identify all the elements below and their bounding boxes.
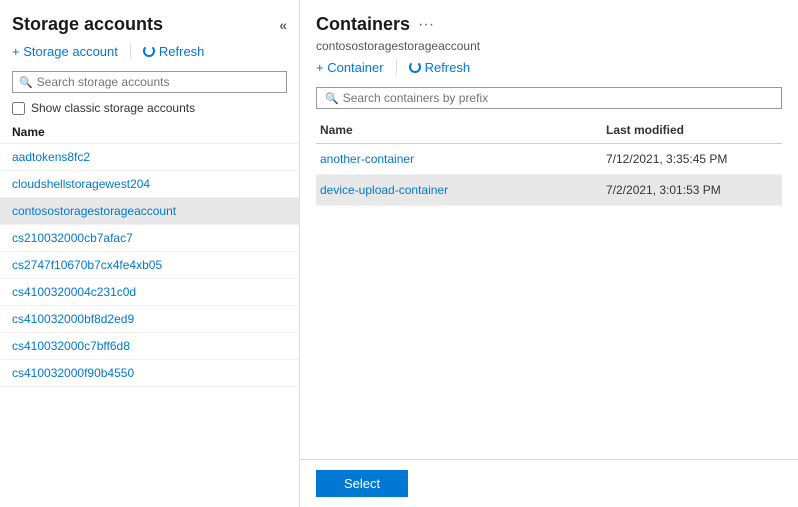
collapse-button[interactable]: « — [279, 17, 287, 33]
account-list-item[interactable]: cloudshellstoragewest204 — [0, 171, 299, 198]
left-search-input[interactable] — [37, 75, 280, 89]
account-list-item[interactable]: cs410032000c7bff6d8 — [0, 333, 299, 360]
left-search-box: 🔍 — [12, 71, 287, 93]
right-refresh-button[interactable]: Refresh — [409, 60, 471, 75]
container-modified-cell: 7/12/2021, 3:35:45 PM — [602, 150, 782, 168]
left-toolbar: + Storage account Refresh — [0, 43, 299, 67]
right-header-left: Containers ··· — [316, 14, 434, 35]
account-list-item[interactable]: cs410032000f90b4550 — [0, 360, 299, 387]
right-header: Containers ··· — [300, 0, 798, 39]
left-refresh-icon — [143, 45, 155, 57]
right-panel: Containers ··· contosostoragestorageacco… — [300, 0, 798, 507]
add-storage-account-button[interactable]: + Storage account — [12, 44, 118, 59]
right-toolbar-divider — [396, 59, 397, 75]
container-name-cell: device-upload-container — [316, 181, 602, 199]
right-toolbar: + Container Refresh — [300, 59, 798, 83]
right-search-box: 🔍 — [316, 87, 782, 109]
container-modified-cell: 7/2/2021, 3:01:53 PM — [602, 181, 782, 199]
account-list-item[interactable]: cs4100320004c231c0d — [0, 279, 299, 306]
left-panel: Storage accounts « + Storage account Ref… — [0, 0, 300, 507]
container-table-row[interactable]: another-container7/12/2021, 3:35:45 PM — [316, 144, 782, 175]
right-refresh-icon — [409, 61, 421, 73]
table-header: Name Last modified — [316, 117, 782, 144]
left-refresh-button[interactable]: Refresh — [143, 44, 205, 59]
toolbar-divider — [130, 43, 131, 59]
container-table: Name Last modified another-container7/12… — [316, 117, 782, 459]
col-header-modified: Last modified — [602, 121, 782, 139]
container-name-cell: another-container — [316, 150, 602, 168]
show-classic-label[interactable]: Show classic storage accounts — [31, 101, 195, 115]
right-search-wrapper: 🔍 — [300, 83, 798, 113]
left-panel-title: Storage accounts — [12, 14, 163, 35]
container-table-row[interactable]: device-upload-container7/2/2021, 3:01:53… — [316, 175, 782, 206]
account-list-item[interactable]: contosostoragestorageaccount — [0, 198, 299, 225]
left-header: Storage accounts « — [0, 0, 299, 43]
account-list: aadtokens8fc2cloudshellstoragewest204con… — [0, 144, 299, 507]
right-panel-title: Containers — [316, 14, 410, 35]
account-list-item[interactable]: cs410032000bf8d2ed9 — [0, 306, 299, 333]
right-search-input[interactable] — [343, 91, 773, 105]
select-button[interactable]: Select — [316, 470, 408, 497]
left-col-header: Name — [0, 121, 299, 144]
col-header-name: Name — [316, 121, 602, 139]
right-footer: Select — [300, 459, 798, 507]
account-list-item[interactable]: cs2747f10670b7cx4fe4xb05 — [0, 252, 299, 279]
left-search-icon: 🔍 — [19, 76, 33, 89]
right-subtitle: contosostoragestorageaccount — [300, 39, 798, 59]
right-search-icon: 🔍 — [325, 92, 339, 105]
show-classic-checkbox[interactable] — [12, 102, 25, 115]
left-search-wrapper: 🔍 — [0, 67, 299, 97]
main-layout: Storage accounts « + Storage account Ref… — [0, 0, 798, 507]
account-list-item[interactable]: aadtokens8fc2 — [0, 144, 299, 171]
add-container-button[interactable]: + Container — [316, 60, 384, 75]
more-options-icon[interactable]: ··· — [418, 16, 434, 34]
account-list-item[interactable]: cs210032000cb7afac7 — [0, 225, 299, 252]
container-rows: another-container7/12/2021, 3:35:45 PMde… — [316, 144, 782, 206]
classic-accounts-row: Show classic storage accounts — [0, 97, 299, 121]
